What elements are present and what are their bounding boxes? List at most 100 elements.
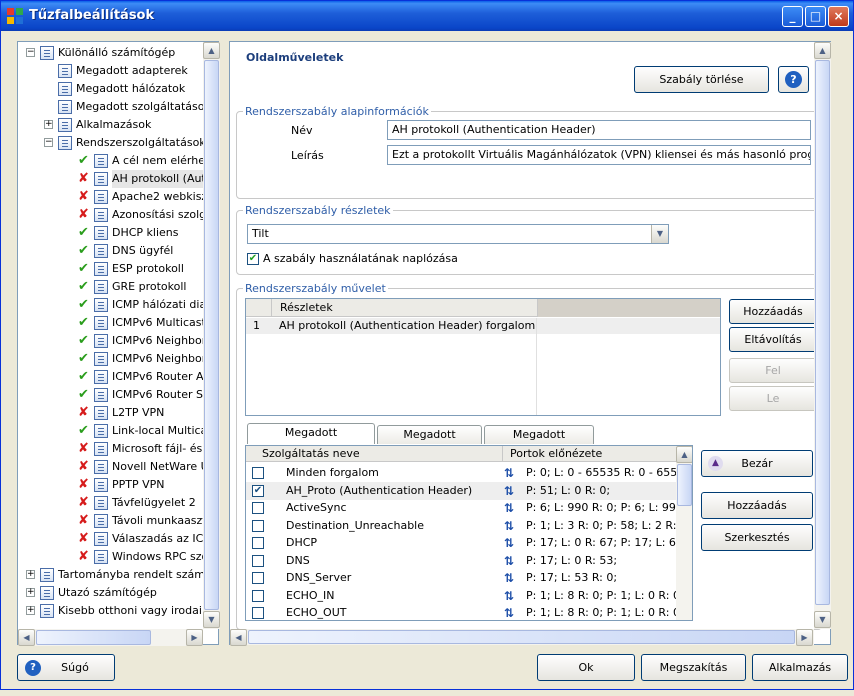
tree-item-2[interactable]: Megadott szolgáltatások: [18, 98, 203, 116]
tree-service-9[interactable]: ✔ ICMPv6 Multicast l: [18, 314, 203, 332]
maximize-button[interactable]: □: [805, 6, 826, 27]
scroll-right-icon[interactable]: ▶: [796, 629, 813, 646]
scroll-left-icon[interactable]: ◀: [230, 629, 247, 646]
scroll-right-icon[interactable]: ▶: [186, 629, 203, 646]
scroll-up-icon[interactable]: ▲: [203, 42, 220, 59]
service-checkbox[interactable]: [252, 519, 264, 532]
collapse-icon[interactable]: −: [44, 138, 53, 147]
list-item[interactable]: ActiveSync ⇅ P: 6; L: 990 R: 0; P: 6; L: 9…: [246, 499, 676, 517]
tab-defined-services[interactable]: Megadott szolgáltatások: [247, 423, 375, 457]
list-item[interactable]: DNS ⇅ P: 17; L: 0 R: 53;: [246, 552, 676, 570]
apply-button[interactable]: Alkalmazás: [752, 654, 848, 681]
tree-service-22[interactable]: ✘ Windows RPC szol: [18, 548, 203, 566]
list-item[interactable]: DHCP ⇅ P: 17; L: 0 R: 67; P: 17; L: 68: [246, 534, 676, 552]
tree-service-21[interactable]: ✘ Válaszadás az ICM: [18, 530, 203, 548]
help-button[interactable]: ?: [778, 66, 809, 93]
tree-service-16[interactable]: ✘ Microsoft fájl- és n: [18, 440, 203, 458]
tab-defined-adapters[interactable]: Megadott adapterek: [484, 425, 594, 459]
description-field[interactable]: Ezt a protokollt Virtuális Magánhálózato…: [387, 145, 811, 165]
cancel-button[interactable]: Megszakítás: [641, 654, 746, 681]
move-up-button[interactable]: Fel: [729, 358, 817, 383]
tree-service-19[interactable]: ✘ Távfelügyelet 2: [18, 494, 203, 512]
scroll-up-icon[interactable]: ▲: [676, 446, 692, 463]
tree-item-0[interactable]: Megadott adapterek: [18, 62, 203, 80]
scroll-down-icon[interactable]: ▼: [814, 611, 831, 628]
delete-rule-button[interactable]: Szabály törlése: [634, 66, 769, 93]
chevron-down-icon[interactable]: ▼: [651, 225, 668, 243]
service-checkbox[interactable]: [252, 554, 264, 567]
expand-icon[interactable]: +: [26, 570, 35, 579]
service-checkbox[interactable]: [252, 589, 264, 602]
service-checkbox[interactable]: [252, 572, 264, 584]
tree-service-0[interactable]: ✔ A cél nem elérhető: [18, 152, 203, 170]
tree-vertical-scrollbar[interactable]: ▲ ▼: [203, 42, 220, 629]
details-column-header[interactable]: Részletek: [271, 299, 536, 317]
main-hscroll-thumb[interactable]: [248, 630, 795, 644]
tree-service-1[interactable]: ✘ AH protokoll (Auth: [18, 170, 203, 188]
tree-item-other-1[interactable]: + Utazó számítógép: [18, 584, 203, 602]
tree-item-system-services[interactable]: − Rendszerszolgáltatások: [18, 134, 203, 152]
list-item[interactable]: DNS_Server ⇅ P: 17; L: 53 R: 0;: [246, 569, 676, 587]
tree-service-18[interactable]: ✘ PPTP VPN: [18, 476, 203, 494]
minimize-button[interactable]: _: [782, 6, 803, 27]
expand-icon[interactable]: +: [44, 120, 53, 129]
table-row[interactable]: 1 AH protokoll (Authentication Header) f…: [246, 318, 720, 334]
tree-service-13[interactable]: ✔ ICMPv6 Router Sc: [18, 386, 203, 404]
service-checkbox[interactable]: ✔: [252, 484, 264, 497]
action-select[interactable]: Tilt ▼: [247, 224, 669, 244]
tree-hscroll-thumb[interactable]: [36, 630, 151, 645]
name-field[interactable]: AH protokoll (Authentication Header): [387, 120, 811, 140]
tree-service-10[interactable]: ✔ ICMPv6 Neighbor: [18, 332, 203, 350]
main-scroll-thumb[interactable]: [815, 60, 830, 605]
tree-service-14[interactable]: ✘ L2TP VPN: [18, 404, 203, 422]
service-checkbox[interactable]: [252, 537, 264, 549]
expand-icon[interactable]: +: [26, 588, 35, 597]
main-horizontal-scrollbar[interactable]: ◀ ▶: [230, 629, 814, 646]
services-scrollbar[interactable]: ▲: [676, 446, 692, 620]
main-vertical-scrollbar[interactable]: ▲ ▼: [814, 42, 831, 629]
scroll-left-icon[interactable]: ◀: [18, 629, 35, 646]
tree-service-5[interactable]: ✔ DNS ügyfél: [18, 242, 203, 260]
service-name-header[interactable]: Szolgáltatás neve: [262, 447, 360, 460]
list-item[interactable]: ✔ AH_Proto (Authentication Header) ⇅ P: 51;…: [246, 481, 676, 500]
tree-scroll-thumb[interactable]: [204, 60, 219, 610]
tree-horizontal-scrollbar[interactable]: ◀ ▶: [18, 629, 203, 646]
collapse-icon[interactable]: −: [26, 48, 35, 57]
edit-service-button[interactable]: Szerkesztés: [701, 524, 813, 551]
tree-service-8[interactable]: ✔ ICMP hálózati diag: [18, 296, 203, 314]
ok-button[interactable]: Ok: [537, 654, 635, 681]
list-item[interactable]: ECHO_IN ⇅ P: 1; L: 8 R: 0; P: 1; L: 0 R: 0…: [246, 587, 676, 605]
help-footer-button[interactable]: ? Súgó: [17, 654, 115, 681]
tree-item-other-2[interactable]: + Kisebb otthoni vagy irodai hál: [18, 602, 203, 620]
tree-item-applications[interactable]: + Alkalmazások: [18, 116, 203, 134]
scroll-up-icon[interactable]: ▲: [814, 42, 831, 59]
expand-icon[interactable]: +: [26, 606, 35, 615]
services-scroll-thumb[interactable]: [677, 464, 692, 506]
port-preview-header[interactable]: Portok előnézete: [510, 447, 602, 460]
add-action-button[interactable]: Hozzáadás: [729, 299, 817, 324]
move-down-button[interactable]: Le: [729, 386, 817, 411]
tree-item-standalone[interactable]: − Különálló számítógép: [18, 44, 203, 62]
tree-service-11[interactable]: ✔ ICMPv6 Neighbor: [18, 350, 203, 368]
tree-service-3[interactable]: ✘ Azonosítási szolgá: [18, 206, 203, 224]
service-checkbox[interactable]: [252, 607, 264, 619]
service-checkbox[interactable]: [252, 467, 264, 479]
service-checkbox[interactable]: [252, 502, 264, 514]
remove-action-button[interactable]: Eltávolítás: [729, 327, 817, 352]
scroll-down-icon[interactable]: ▼: [203, 611, 220, 628]
tree-service-15[interactable]: ✔ Link-local Multicast: [18, 422, 203, 440]
list-item[interactable]: ECHO_OUT ⇅ P: 1; L: 8 R: 0; P: 1; L: 0 R: …: [246, 604, 676, 620]
tree-item-other-0[interactable]: + Tartományba rendelt számító: [18, 566, 203, 584]
add-service-button[interactable]: Hozzáadás: [701, 492, 813, 519]
tree-service-12[interactable]: ✔ ICMPv6 Router Ac: [18, 368, 203, 386]
tree-service-20[interactable]: ✘ Távoli munkaaszta: [18, 512, 203, 530]
tree-item-1[interactable]: Megadott hálózatok: [18, 80, 203, 98]
log-usage-checkbox[interactable]: ✔: [247, 253, 259, 265]
tree-service-4[interactable]: ✔ DHCP kliens: [18, 224, 203, 242]
close-button[interactable]: ×: [828, 6, 849, 27]
tree-service-2[interactable]: ✘ Apache2 webkiszo: [18, 188, 203, 206]
list-item[interactable]: Destination_Unreachable ⇅ P: 1; L: 3 R: 0;…: [246, 517, 676, 535]
close-panel-button[interactable]: ▲ Bezár: [701, 450, 813, 477]
tab-defined-networks[interactable]: Megadott hálózatok: [377, 425, 482, 459]
tree-service-6[interactable]: ✔ ESP protokoll: [18, 260, 203, 278]
